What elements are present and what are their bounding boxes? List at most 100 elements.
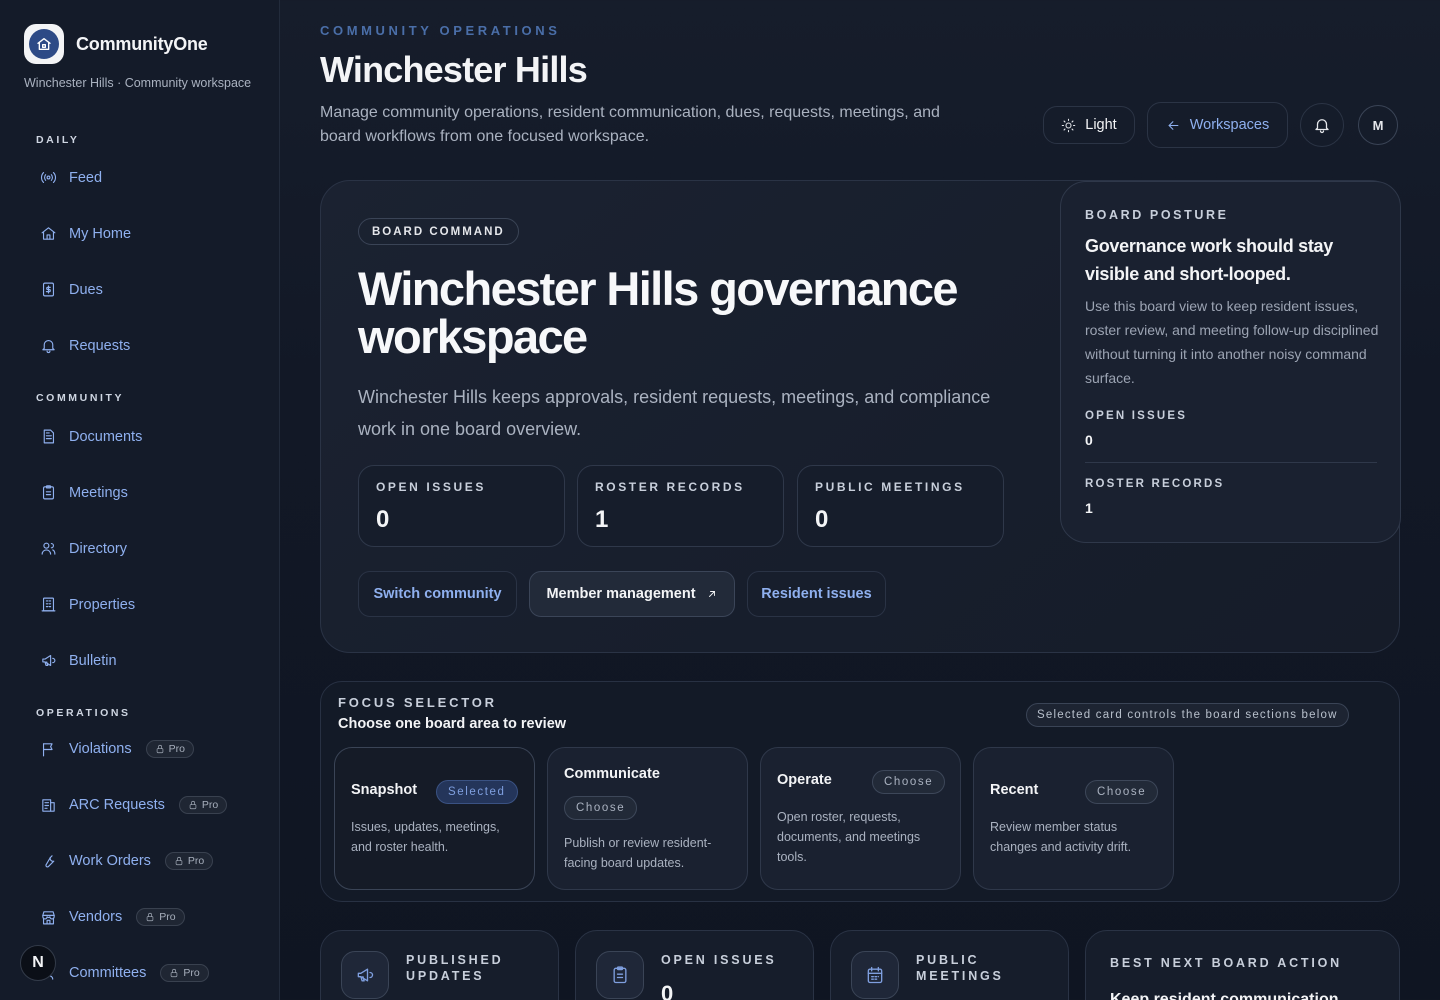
notifications-button[interactable]: [1300, 103, 1344, 147]
posture-text: Use this board view to keep resident iss…: [1085, 298, 1379, 386]
stat-card-open-issues: OPEN ISSUES 0: [358, 465, 565, 547]
sidebar-item-documents[interactable]: Documents: [40, 428, 142, 445]
sidebar-item-label: Documents: [69, 428, 143, 445]
home-icon: [41, 227, 56, 240]
sidebar-item-label: Dues: [69, 281, 103, 298]
avatar[interactable]: M: [1358, 105, 1398, 145]
blueprint-icon: [42, 798, 55, 812]
workspaces-label: Workspaces: [1189, 117, 1270, 133]
sidebar-item-label: My Home: [69, 225, 132, 242]
metric-label: PUBLISHED UPDATES: [406, 953, 504, 983]
member-management-button[interactable]: Member management: [529, 571, 735, 617]
next-devtools-button[interactable]: N: [20, 945, 56, 981]
sidebar-item-dues[interactable]: Dues: [40, 281, 103, 298]
sidebar-item-vendors[interactable]: Vendors Pro: [40, 908, 185, 926]
lock-icon: [175, 856, 183, 866]
sidebar-item-bulletin[interactable]: Bulletin: [40, 652, 117, 669]
board-posture-card: BOARD POSTURE Governance work should sta…: [1060, 181, 1401, 543]
theme-toggle-button[interactable]: Light: [1043, 106, 1135, 144]
metric-card-public-meetings: PUBLIC MEETINGS: [830, 930, 1069, 1000]
nav-section-daily: DAILY: [36, 134, 80, 146]
stat-value: 1: [595, 506, 609, 533]
sidebar-item-label: Requests: [69, 337, 131, 354]
stat-label: OPEN ISSUES: [376, 480, 486, 494]
calendar-icon: [851, 951, 899, 999]
lock-icon: [189, 800, 197, 810]
sidebar-item-feed[interactable]: Feed: [40, 169, 102, 186]
focus-card-chip: Choose: [872, 770, 946, 794]
focus-card-title: Communicate: [564, 766, 660, 782]
focus-card-snapshot[interactable]: Snapshot Selected Issues, updates, meeti…: [334, 747, 535, 890]
theme-toggle-label: Light: [1085, 117, 1117, 133]
sidebar-item-label: Vendors: [69, 909, 123, 925]
posture-title: Governance work should stay visible and …: [1085, 236, 1333, 284]
focus-card-chip: Choose: [564, 796, 638, 820]
focus-card-recent[interactable]: Recent Choose Review member status chang…: [973, 747, 1174, 890]
building-icon: [41, 597, 56, 612]
document-icon: [43, 429, 55, 444]
focus-title: Choose one board area to review: [338, 716, 567, 732]
stat-label: ROSTER RECORDS: [595, 480, 745, 494]
board-command-pill: BOARD COMMAND: [358, 218, 519, 245]
sidebar-item-requests[interactable]: Requests: [40, 337, 130, 354]
sidebar-item-label: Meetings: [69, 484, 128, 501]
sidebar-item-committees[interactable]: Committees Pro: [40, 964, 209, 982]
focus-selector: FOCUS SELECTOR Choose one board area to …: [320, 681, 1400, 902]
stat-card-public-meetings: PUBLIC MEETINGS 0: [797, 465, 1004, 547]
best-next-action-card: BEST NEXT BOARD ACTION Keep resident com…: [1085, 930, 1400, 1000]
lock-icon: [156, 744, 163, 754]
sidebar-item-work-orders[interactable]: Work Orders Pro: [40, 852, 214, 870]
focus-card-desc: Issues, updates, meetings, and roster he…: [351, 820, 500, 854]
pro-badge: Pro: [160, 964, 209, 982]
workspaces-button[interactable]: Workspaces: [1147, 102, 1288, 148]
page-title: Winchester Hills: [320, 49, 588, 90]
hero-title: Winchester Hills governance workspace: [358, 262, 959, 363]
workspace-subtitle: Winchester Hills · Community workspace: [24, 76, 252, 90]
users-icon: [41, 542, 56, 555]
brand[interactable]: CommunityOne: [24, 24, 208, 64]
focus-card-title: Snapshot: [351, 782, 418, 798]
best-next-action-label: BEST NEXT BOARD ACTION: [1110, 956, 1342, 970]
posture-roster-value: 1: [1085, 500, 1093, 516]
bell-icon: [42, 339, 55, 354]
broadcast-icon: [41, 171, 56, 184]
focus-card-communicate[interactable]: Communicate Choose Publish or review res…: [547, 747, 748, 890]
pro-badge: Pro: [178, 796, 228, 814]
sidebar-item-violations[interactable]: Violations Pro: [40, 740, 194, 758]
page-eyebrow: COMMUNITY OPERATIONS: [320, 23, 561, 38]
sidebar-item-meetings[interactable]: Meetings: [40, 484, 128, 501]
sidebar-item-directory[interactable]: Directory: [40, 540, 127, 557]
resident-issues-button[interactable]: Resident issues: [747, 571, 886, 617]
posture-open-issues-value: 0: [1085, 432, 1093, 448]
metric-label: PUBLIC MEETINGS: [916, 953, 1004, 983]
sidebar-item-arc-requests[interactable]: ARC Requests Pro: [40, 796, 228, 814]
metric-value: 0: [661, 981, 674, 1000]
pro-badge: Pro: [136, 908, 185, 926]
sidebar-item-my-home[interactable]: My Home: [40, 225, 131, 242]
page-description: Manage community operations, resident co…: [320, 104, 940, 145]
focus-hint-badge: Selected card controls the board section…: [1026, 703, 1349, 727]
best-next-action-text: Keep resident communication: [1110, 991, 1339, 1000]
hero-description: Winchester Hills keeps approvals, reside…: [358, 387, 991, 439]
sidebar-item-label: ARC Requests: [69, 797, 165, 813]
pro-badge-label: Pro: [183, 967, 200, 979]
focus-eyebrow: FOCUS SELECTOR: [338, 695, 497, 710]
stat-value: 0: [815, 506, 829, 533]
sidebar-item-label: Work Orders: [69, 853, 151, 869]
switch-community-button[interactable]: Switch community: [358, 571, 517, 617]
focus-card-operate[interactable]: Operate Choose Open roster, requests, do…: [760, 747, 961, 890]
store-icon: [42, 910, 55, 924]
focus-card-desc: Publish or review resident-facing board …: [564, 836, 712, 870]
receipt-icon: [42, 282, 55, 297]
pro-badge: Pro: [145, 740, 194, 758]
bell-icon: [1315, 119, 1329, 134]
nav-section-community: COMMUNITY: [36, 392, 125, 404]
focus-card-title: Recent: [990, 782, 1039, 798]
metric-card-open-issues: OPEN ISSUES 0: [575, 930, 814, 1000]
sun-icon: [1061, 118, 1076, 132]
focus-card-desc: Open roster, requests, documents, and me…: [777, 810, 921, 864]
sidebar: CommunityOne Winchester Hills · Communit…: [0, 0, 280, 1000]
sidebar-item-properties[interactable]: Properties: [40, 596, 135, 613]
stat-value: 0: [376, 506, 390, 533]
stat-card-roster-records: ROSTER RECORDS 1: [577, 465, 784, 547]
